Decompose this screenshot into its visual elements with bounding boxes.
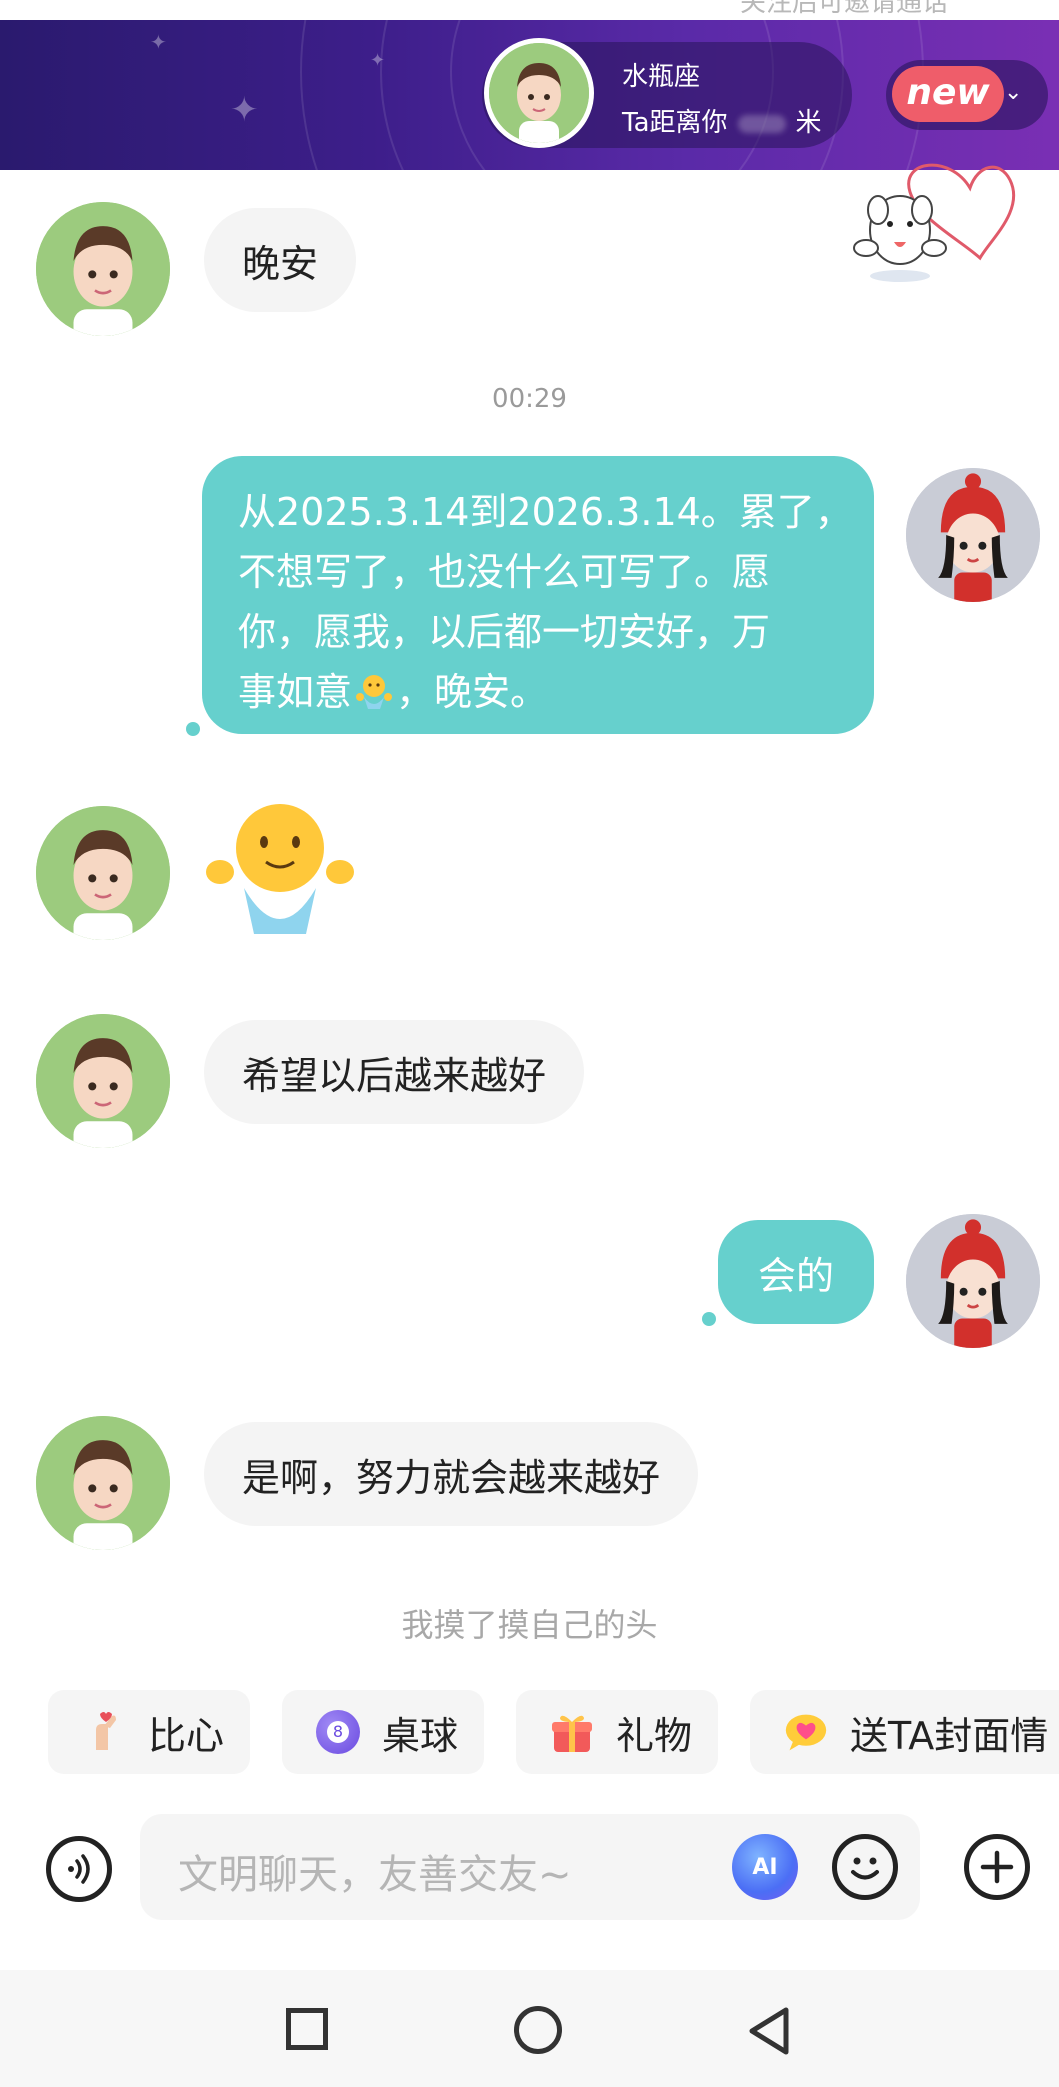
plus-icon bbox=[980, 1850, 1014, 1884]
ai-icon: AI bbox=[752, 1854, 778, 1880]
boy-avatar-icon bbox=[36, 202, 170, 336]
message-line: 不想写了，也没什么可写了。愿 bbox=[238, 550, 771, 594]
read-status-dot bbox=[702, 1312, 716, 1326]
girl-avatar-icon bbox=[906, 1214, 1040, 1348]
message-bubble-sent[interactable]: 会的 bbox=[718, 1220, 874, 1324]
avatar[interactable] bbox=[906, 468, 1040, 602]
quick-action-label: 比心 bbox=[148, 1713, 225, 1758]
more-options-button[interactable] bbox=[964, 1834, 1030, 1900]
hug-emoji-icon bbox=[354, 668, 394, 709]
quick-action-send-cover[interactable]: 送TA封面情 bbox=[750, 1690, 1059, 1774]
message-bubble-sent[interactable]: 从2025.3.14到2026.3.14。累了， 不想写了，也没什么可写了。愿 … bbox=[202, 456, 874, 734]
back-button[interactable] bbox=[744, 2004, 794, 2058]
message-timestamp: 00:29 bbox=[492, 384, 567, 414]
voice-input-button[interactable] bbox=[46, 1836, 112, 1902]
boy-avatar-icon bbox=[36, 1014, 170, 1148]
message-line: 从2025.3.14到2026.3.14。累了， bbox=[238, 490, 853, 534]
constellation-label: 水瓶座 bbox=[622, 62, 701, 92]
quick-action-label: 送TA封面情 bbox=[850, 1713, 1049, 1758]
new-badge[interactable]: new bbox=[892, 66, 1004, 122]
avatar[interactable] bbox=[484, 38, 594, 148]
message-line: 你，愿我，以后都一切安好，万 bbox=[238, 610, 771, 654]
recent-apps-button[interactable] bbox=[286, 2008, 328, 2050]
sparkle-icon: ✦ bbox=[150, 30, 167, 54]
sparkle-icon: ✦ bbox=[230, 90, 259, 130]
avatar[interactable] bbox=[36, 1416, 170, 1550]
sparkle-icon: ✦ bbox=[370, 50, 386, 71]
boy-avatar-icon bbox=[36, 806, 170, 940]
billiard-ball-icon: 8 bbox=[316, 1710, 360, 1754]
quick-action-finger-heart[interactable]: 比心 bbox=[48, 1690, 250, 1774]
message-input-placeholder[interactable]: 文明聊天，友善交友~ bbox=[178, 1842, 572, 1900]
quick-action-label: 桌球 bbox=[382, 1713, 459, 1758]
boy-avatar-icon bbox=[489, 43, 589, 143]
finger-heart-icon bbox=[82, 1710, 126, 1754]
gift-icon bbox=[550, 1710, 594, 1754]
avatar[interactable] bbox=[906, 1214, 1040, 1348]
avatar[interactable] bbox=[36, 202, 170, 336]
message-bubble-received[interactable]: 希望以后越来越好 bbox=[204, 1020, 585, 1124]
distance-value-blurred bbox=[737, 114, 786, 133]
read-status-dot bbox=[186, 722, 200, 736]
chevron-down-icon[interactable]: ⌄ bbox=[1004, 80, 1022, 105]
message-line: 事如意 ，晚安。 bbox=[238, 668, 549, 714]
voice-wave-icon bbox=[68, 1854, 90, 1884]
system-note: 我摸了摸自己的头 bbox=[401, 1606, 658, 1644]
distance-label: Ta距离你米 bbox=[622, 108, 822, 138]
home-button[interactable] bbox=[514, 2006, 562, 2054]
ai-assistant-button[interactable]: AI bbox=[732, 1834, 798, 1900]
avatar[interactable] bbox=[36, 1014, 170, 1148]
message-bubble-received[interactable]: 是啊，努力就会越来越好 bbox=[204, 1422, 699, 1526]
heart-chat-icon bbox=[784, 1710, 828, 1754]
emoji-button[interactable] bbox=[832, 1834, 898, 1900]
quick-action-gift[interactable]: 礼物 bbox=[516, 1690, 718, 1774]
call-invite-hint: 关注后可邀请通话 bbox=[740, 0, 949, 18]
hug-emoji-sticker-icon[interactable] bbox=[200, 800, 360, 940]
quick-action-billiards[interactable]: 8 桌球 bbox=[282, 1690, 484, 1774]
girl-avatar-icon bbox=[906, 468, 1040, 602]
heart-dog-decoration-icon[interactable] bbox=[840, 130, 1020, 290]
quick-action-label: 礼物 bbox=[616, 1713, 693, 1758]
boy-avatar-icon bbox=[36, 1416, 170, 1550]
message-bubble-received[interactable]: 晚安 bbox=[204, 208, 357, 312]
avatar[interactable] bbox=[36, 806, 170, 940]
smiley-icon bbox=[851, 1857, 879, 1880]
